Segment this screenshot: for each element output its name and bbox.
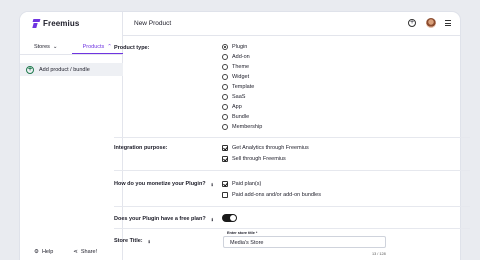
chevron-up-icon: ⌃ bbox=[107, 43, 112, 50]
checkbox-paid-addons[interactable]: Paid add-ons and/or add-on bundles bbox=[222, 192, 321, 198]
radio-label: Widget bbox=[232, 74, 250, 80]
add-product-button[interactable]: + Add product / bundle bbox=[20, 63, 123, 76]
integration-purpose-label: Integration purpose: bbox=[114, 145, 167, 151]
radio-template[interactable]: Template bbox=[222, 84, 254, 90]
radio-label: Membership bbox=[232, 124, 263, 130]
gear-icon: ⚙ bbox=[34, 249, 39, 255]
radio-icon bbox=[222, 44, 228, 50]
share-button[interactable]: ⋖ Share! bbox=[73, 249, 97, 255]
help-button[interactable]: ⚙ Help bbox=[34, 249, 53, 255]
tab-stores-label: Stores bbox=[33, 44, 50, 50]
checkbox-label: Paid plan(s) bbox=[232, 181, 262, 187]
radio-add-on[interactable]: Add-on bbox=[222, 54, 250, 60]
character-counter: 13 / 128 bbox=[372, 252, 386, 256]
radio-label: Bundle bbox=[232, 114, 250, 120]
checkbox-sell[interactable]: Sell through Freemius bbox=[222, 156, 286, 162]
radio-saas[interactable]: SaaS bbox=[222, 94, 245, 100]
monetize-label-text: How do you monetize your Plugin? bbox=[114, 181, 206, 187]
product-type-label: Product type: bbox=[114, 45, 149, 51]
checkbox-icon bbox=[222, 145, 228, 151]
checkbox-analytics[interactable]: Get Analytics through Freemius bbox=[222, 145, 309, 151]
checkbox-icon bbox=[222, 156, 228, 162]
store-title-input[interactable]: Media's Store bbox=[223, 236, 386, 248]
avatar[interactable] bbox=[426, 18, 436, 28]
help-label: Help bbox=[41, 249, 54, 255]
radio-label: Plugin bbox=[232, 44, 248, 50]
plus-circle-icon: + bbox=[26, 65, 34, 74]
free-plan-label: Does your Plugin have a free plan? ℹ bbox=[114, 216, 215, 222]
divider bbox=[114, 170, 470, 171]
radio-theme[interactable]: Theme bbox=[222, 64, 249, 70]
radio-membership[interactable]: Membership bbox=[222, 124, 262, 130]
radio-icon bbox=[222, 84, 228, 90]
radio-icon bbox=[222, 54, 228, 60]
tab-stores[interactable]: Stores ⌄ bbox=[20, 40, 72, 54]
free-plan-label-text: Does your Plugin have a free plan? bbox=[114, 216, 206, 222]
add-product-label: Add product / bundle bbox=[39, 66, 90, 73]
logo-text: Freemius bbox=[43, 19, 80, 28]
sidebar: Freemius Stores ⌄ Products ⌃ + Add produ… bbox=[20, 12, 123, 260]
sidebar-footer: ⚙ Help ⋖ Share! bbox=[34, 249, 97, 255]
store-title-label: Store Title: ℹ bbox=[114, 238, 152, 244]
radio-label: Add-on bbox=[232, 54, 250, 60]
store-title-label-text: Store Title: bbox=[114, 238, 143, 244]
radio-widget[interactable]: Widget bbox=[222, 74, 249, 80]
main-content: New Product + bbox=[123, 12, 460, 260]
divider bbox=[114, 137, 470, 138]
radio-label: SaaS bbox=[232, 94, 246, 100]
tab-products-label: Products bbox=[82, 43, 105, 50]
radio-icon bbox=[222, 114, 228, 120]
radio-plugin[interactable]: Plugin bbox=[222, 44, 247, 50]
info-icon[interactable]: ℹ bbox=[210, 217, 215, 222]
share-icon: ⋖ bbox=[73, 249, 78, 255]
radio-label: Theme bbox=[232, 64, 250, 70]
radio-icon bbox=[222, 124, 228, 130]
checkbox-label: Get Analytics through Freemius bbox=[232, 145, 309, 151]
logo[interactable]: Freemius bbox=[33, 19, 79, 28]
radio-icon bbox=[222, 94, 228, 100]
store-title-field-label: Enter store title * bbox=[227, 231, 258, 235]
radio-bundle[interactable]: Bundle bbox=[222, 114, 249, 120]
checkbox-paid-plans[interactable]: Paid plan(s) bbox=[222, 181, 261, 187]
sidebar-tabs: Stores ⌄ Products ⌃ bbox=[20, 40, 123, 54]
top-bar: New Product + bbox=[123, 12, 460, 36]
integration-purpose-label-text: Integration purpose: bbox=[114, 145, 168, 151]
share-label: Share! bbox=[80, 249, 98, 255]
radio-icon bbox=[222, 104, 228, 110]
radio-icon bbox=[222, 64, 228, 70]
free-plan-toggle[interactable] bbox=[222, 214, 237, 222]
product-type-label-text: Product type: bbox=[114, 45, 150, 51]
radio-label: Template bbox=[232, 84, 255, 90]
hamburger-menu-icon[interactable] bbox=[445, 20, 451, 28]
monetize-label: How do you monetize your Plugin? ℹ bbox=[114, 181, 215, 187]
divider bbox=[114, 206, 470, 207]
checkbox-icon bbox=[222, 181, 228, 187]
radio-label: App bbox=[232, 104, 242, 110]
divider bbox=[114, 228, 470, 229]
freemius-logo-icon bbox=[33, 19, 40, 28]
checkbox-icon bbox=[222, 192, 228, 198]
tabs-divider bbox=[20, 54, 123, 55]
checkbox-label: Paid add-ons and/or add-on bundles bbox=[232, 192, 321, 198]
chevron-down-icon: ⌄ bbox=[52, 44, 58, 50]
radio-app[interactable]: App bbox=[222, 104, 242, 110]
checkbox-label: Sell through Freemius bbox=[232, 156, 286, 162]
radio-icon bbox=[222, 74, 228, 80]
page-title: New Product bbox=[134, 20, 172, 27]
add-icon[interactable]: + bbox=[408, 19, 416, 27]
info-icon[interactable]: ℹ bbox=[147, 239, 152, 244]
info-icon[interactable]: ℹ bbox=[210, 182, 215, 187]
